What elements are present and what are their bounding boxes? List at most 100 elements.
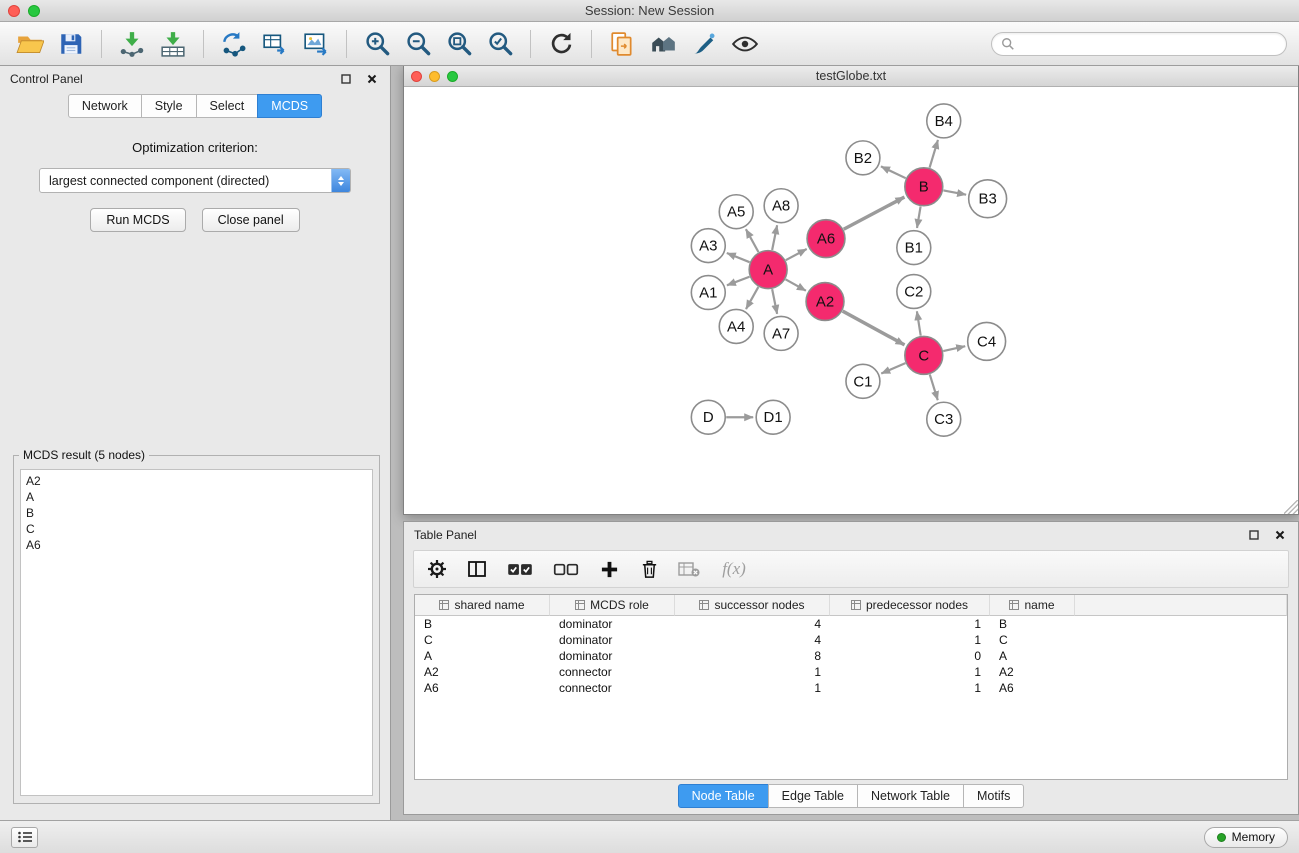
column-header-shared-name[interactable]: shared name	[415, 595, 550, 616]
cell-mcds-role[interactable]: dominator	[550, 632, 675, 648]
network-node-B3[interactable]: B3	[969, 180, 1007, 218]
network-edge-A6-B[interactable]	[844, 197, 905, 229]
tab-edge-table[interactable]: Edge Table	[768, 784, 858, 808]
tab-mcds[interactable]: MCDS	[257, 94, 322, 118]
network-edge-B-B1[interactable]	[917, 206, 921, 228]
close-panel-button[interactable]	[364, 71, 380, 87]
zoom-selected-button[interactable]	[482, 26, 518, 62]
network-node-A5[interactable]: A5	[719, 195, 753, 229]
export-table-button[interactable]	[257, 26, 293, 62]
cell-successor-nodes[interactable]: 1	[675, 664, 830, 680]
cell-predecessor-nodes[interactable]: 0	[830, 648, 990, 664]
network-edge-A-A5[interactable]	[746, 229, 759, 252]
float-panel-button[interactable]	[338, 71, 354, 87]
table-mode-button[interactable]	[424, 556, 450, 582]
cell-name[interactable]: A2	[990, 664, 1075, 680]
result-item[interactable]: A2	[26, 473, 367, 489]
cell-name[interactable]: B	[990, 616, 1075, 632]
network-node-A7[interactable]: A7	[764, 316, 798, 350]
cell-successor-nodes[interactable]: 1	[675, 680, 830, 696]
network-node-B[interactable]: B	[905, 168, 943, 206]
tab-style[interactable]: Style	[141, 94, 197, 118]
style-brush-button[interactable]	[686, 26, 722, 62]
result-item[interactable]: A6	[26, 537, 367, 553]
cell-name[interactable]: A6	[990, 680, 1075, 696]
network-edge-A-A2[interactable]	[786, 279, 806, 290]
cell-predecessor-nodes[interactable]: 1	[830, 616, 990, 632]
network-node-A3[interactable]: A3	[691, 229, 725, 263]
tab-network-table[interactable]: Network Table	[857, 784, 964, 808]
network-svg[interactable]: B4B2BB3A5A8A6B1A3AC2A1A2A4A7C4CC1C3DD1	[404, 87, 1298, 514]
tab-select[interactable]: Select	[196, 94, 259, 118]
export-image-button[interactable]	[298, 26, 334, 62]
zoom-window-button[interactable]	[28, 5, 40, 17]
network-edge-A-A8[interactable]	[772, 225, 777, 250]
result-item[interactable]: B	[26, 505, 367, 521]
open-session-button[interactable]	[12, 26, 48, 62]
network-node-A[interactable]: A	[749, 251, 787, 289]
run-mcds-button[interactable]: Run MCDS	[90, 208, 185, 232]
network-edge-A2-C[interactable]	[843, 311, 905, 345]
cell-name[interactable]: A	[990, 648, 1075, 664]
network-node-B4[interactable]: B4	[927, 104, 961, 138]
network-node-A8[interactable]: A8	[764, 189, 798, 223]
column-header-predecessor-nodes[interactable]: predecessor nodes	[830, 595, 990, 616]
network-edge-A-A6[interactable]	[786, 249, 807, 260]
zoom-fit-button[interactable]	[441, 26, 477, 62]
network-node-C[interactable]: C	[905, 336, 943, 374]
result-item[interactable]: C	[26, 521, 367, 537]
cell-shared-name[interactable]: C	[415, 632, 550, 648]
export-network-button[interactable]	[216, 26, 252, 62]
table-row[interactable]: A6connector11A6	[415, 680, 1287, 696]
import-table-from-file-button[interactable]	[155, 26, 191, 62]
cell-mcds-role[interactable]: connector	[550, 664, 675, 680]
cell-name[interactable]: C	[990, 632, 1075, 648]
cell-mcds-role[interactable]: dominator	[550, 616, 675, 632]
network-edge-C-C2[interactable]	[917, 311, 921, 335]
float-table-panel-button[interactable]	[1246, 527, 1262, 543]
table-row[interactable]: Bdominator41B	[415, 616, 1287, 632]
network-node-A1[interactable]: A1	[691, 276, 725, 310]
close-window-button[interactable]	[8, 5, 20, 17]
network-node-B2[interactable]: B2	[846, 141, 880, 175]
select-all-columns-button[interactable]	[504, 556, 536, 582]
cell-shared-name[interactable]: B	[415, 616, 550, 632]
network-node-C4[interactable]: C4	[968, 322, 1006, 360]
cell-successor-nodes[interactable]: 4	[675, 632, 830, 648]
show-columns-button[interactable]	[464, 556, 490, 582]
network-node-C2[interactable]: C2	[897, 275, 931, 309]
network-edge-C-C4[interactable]	[943, 346, 965, 351]
cell-predecessor-nodes[interactable]: 1	[830, 664, 990, 680]
network-edge-A-A3[interactable]	[727, 253, 750, 262]
cell-mcds-role[interactable]: dominator	[550, 648, 675, 664]
column-header-mcds-role[interactable]: MCDS role	[550, 595, 675, 616]
tab-node-table[interactable]: Node Table	[678, 784, 769, 808]
memory-button[interactable]: Memory	[1204, 827, 1288, 848]
network-close-button[interactable]	[411, 71, 422, 82]
cell-shared-name[interactable]: A2	[415, 664, 550, 680]
table-row[interactable]: Adominator80A	[415, 648, 1287, 664]
network-edge-C-C3[interactable]	[930, 374, 938, 400]
create-column-button[interactable]	[596, 556, 622, 582]
cell-shared-name[interactable]: A	[415, 648, 550, 664]
network-canvas[interactable]: B4B2BB3A5A8A6B1A3AC2A1A2A4A7C4CC1C3DD1	[404, 87, 1298, 514]
network-node-D[interactable]: D	[691, 400, 725, 434]
cell-mcds-role[interactable]: connector	[550, 680, 675, 696]
network-node-A2[interactable]: A2	[806, 283, 844, 321]
criterion-dropdown[interactable]: largest connected component (directed)	[39, 168, 351, 193]
tab-motifs[interactable]: Motifs	[963, 784, 1024, 808]
network-edge-A-A7[interactable]	[772, 289, 777, 314]
network-edge-B-B3[interactable]	[943, 190, 966, 194]
show-graphics-details-button[interactable]	[727, 26, 763, 62]
network-node-C1[interactable]: C1	[846, 364, 880, 398]
network-node-A6[interactable]: A6	[807, 220, 845, 258]
import-network-from-file-button[interactable]	[114, 26, 150, 62]
table-row[interactable]: A2connector11A2	[415, 664, 1287, 680]
delete-table-button[interactable]	[676, 556, 702, 582]
zoom-out-button[interactable]	[400, 26, 436, 62]
network-node-B1[interactable]: B1	[897, 231, 931, 265]
column-header-successor-nodes[interactable]: successor nodes	[675, 595, 830, 616]
zoom-in-button[interactable]	[359, 26, 395, 62]
network-node-A4[interactable]: A4	[719, 309, 753, 343]
network-zoom-button[interactable]	[447, 71, 458, 82]
